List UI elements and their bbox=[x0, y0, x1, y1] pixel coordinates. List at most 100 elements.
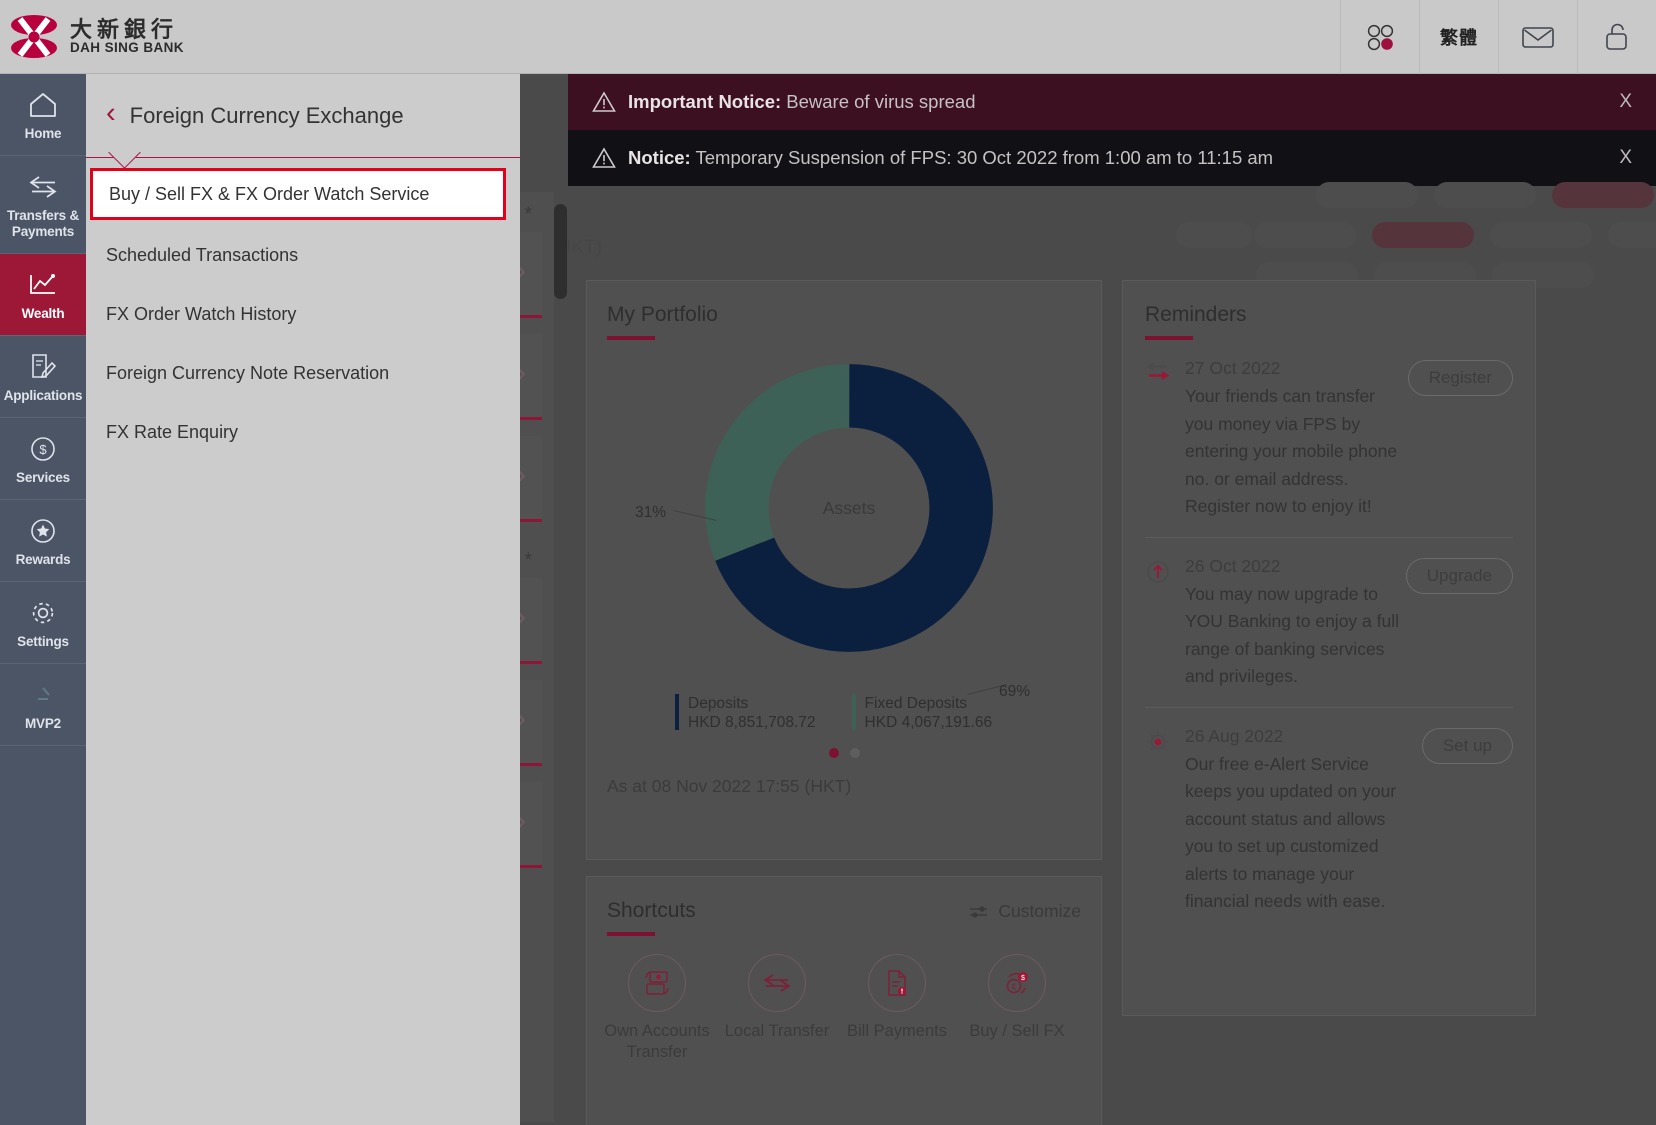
shortcuts-list: Own Accounts Transfer Local Transfer bbox=[587, 954, 1101, 1063]
mvp2-icon bbox=[2, 678, 84, 712]
mail-button[interactable] bbox=[1498, 0, 1577, 74]
reminder-setup-button[interactable]: Set up bbox=[1422, 728, 1513, 764]
lock-icon bbox=[1603, 21, 1631, 53]
apps-grid-button[interactable] bbox=[1340, 0, 1419, 74]
svg-text:€: € bbox=[1012, 983, 1017, 992]
shortcut-bill-payments[interactable]: Bill Payments bbox=[837, 954, 957, 1063]
warning-triangle-icon bbox=[592, 147, 616, 169]
carousel-pagination[interactable] bbox=[587, 748, 1101, 758]
legend-item-deposits: Deposits HKD 8,851,708.72 bbox=[675, 694, 816, 732]
shortcut-local-transfer[interactable]: Local Transfer bbox=[717, 954, 837, 1063]
chart-line-icon bbox=[2, 268, 84, 302]
sidebar-label: Home bbox=[2, 126, 84, 142]
shortcut-own-accounts-transfer[interactable]: Own Accounts Transfer bbox=[597, 954, 717, 1063]
reminder-item-fps: 27 Oct 2022 Your friends can transfer yo… bbox=[1145, 340, 1513, 538]
pagination-dot[interactable] bbox=[850, 748, 860, 758]
sidebar-item-home[interactable]: Home bbox=[0, 74, 86, 156]
home-icon bbox=[2, 88, 84, 122]
pagination-dot-active[interactable] bbox=[829, 748, 839, 758]
flyout-item-fx-rate-enquiry[interactable]: FX Rate Enquiry bbox=[86, 403, 520, 462]
document-pencil-icon bbox=[2, 350, 84, 384]
shortcut-label: Buy / Sell FX bbox=[957, 1021, 1077, 1042]
notice-text: Important Notice: Beware of virus spread bbox=[628, 91, 975, 113]
reminder-date: 26 Oct 2022 bbox=[1185, 556, 1400, 577]
legend-value: HKD 4,067,191.66 bbox=[865, 713, 993, 732]
portfolio-title: My Portfolio bbox=[607, 303, 1101, 327]
logo-text-zh: 大新銀行 bbox=[70, 18, 184, 41]
transfer-arrows-icon bbox=[2, 170, 84, 204]
shortcut-buy-sell-fx[interactable]: € $ Buy / Sell FX bbox=[957, 954, 1077, 1063]
legend-label: Deposits bbox=[688, 694, 816, 713]
sidebar-item-transfers-payments[interactable]: Transfers & Payments bbox=[0, 156, 86, 254]
shortcut-label: Local Transfer bbox=[717, 1021, 837, 1042]
reminder-body: 26 Aug 2022 Our free e-Alert Service kee… bbox=[1185, 726, 1416, 916]
customize-button[interactable]: Customize bbox=[969, 899, 1081, 922]
reminder-body: 27 Oct 2022 Your friends can transfer yo… bbox=[1185, 358, 1402, 521]
sidebar: Home Transfers & Payments bbox=[0, 74, 86, 1125]
flyout-title: Foreign Currency Exchange bbox=[130, 103, 404, 129]
sidebar-label: Wealth bbox=[2, 306, 84, 322]
shortcuts-header: Shortcuts Customize bbox=[607, 899, 1081, 936]
sidebar-item-mvp2[interactable]: MVP2 bbox=[0, 664, 86, 746]
flyout-header: ‹ Foreign Currency Exchange bbox=[86, 74, 520, 158]
chevron-left-icon[interactable]: ‹ bbox=[106, 99, 130, 132]
sidebar-item-rewards[interactable]: Rewards bbox=[0, 500, 86, 582]
donut-svg bbox=[701, 360, 997, 656]
bank-logo[interactable]: 大新銀行 DAH SING BANK bbox=[0, 14, 184, 60]
slice-percent-label: 31% bbox=[635, 504, 666, 522]
decorative-pattern bbox=[1176, 182, 1656, 288]
transfer-arrows-icon bbox=[1145, 358, 1185, 521]
star-circle-icon bbox=[2, 514, 84, 548]
notice-close-button[interactable]: X bbox=[1619, 147, 1632, 169]
sidebar-label: Settings bbox=[2, 634, 84, 650]
notice-message: Beware of virus spread bbox=[786, 91, 975, 112]
foreign-currency-exchange-flyout: ‹ Foreign Currency Exchange Buy / Sell F… bbox=[86, 74, 520, 1125]
portfolio-donut-chart: Assets 31% 69% bbox=[587, 354, 1103, 684]
reminders-card: Reminders 27 Oct 2022 Your friends can bbox=[1122, 280, 1536, 1016]
title-underline bbox=[607, 932, 655, 936]
notice-label: Important Notice: bbox=[628, 91, 781, 112]
sliders-icon bbox=[969, 904, 989, 920]
header-actions: 繁體 bbox=[1340, 0, 1656, 74]
notice-text: Notice: Temporary Suspension of FPS: 30 … bbox=[628, 147, 1273, 169]
reminder-item-upgrade: 26 Oct 2022 You may now upgrade to YOU B… bbox=[1145, 538, 1513, 708]
mail-icon bbox=[1521, 24, 1555, 50]
sidebar-item-applications[interactable]: Applications bbox=[0, 336, 86, 418]
flyout-notch bbox=[106, 152, 142, 168]
top-header: 大新銀行 DAH SING BANK 繁體 bbox=[0, 0, 1656, 74]
notice-bar-important: Important Notice: Beware of virus spread… bbox=[568, 74, 1656, 130]
cash-exchange-icon bbox=[628, 954, 686, 1012]
svg-text:$: $ bbox=[1021, 975, 1025, 982]
currency-exchange-icon: € $ bbox=[988, 954, 1046, 1012]
sidebar-item-services[interactable]: $ Services bbox=[0, 418, 86, 500]
svg-text:$: $ bbox=[39, 442, 47, 457]
flyout-item-scheduled-transactions[interactable]: Scheduled Transactions bbox=[86, 226, 520, 285]
sidebar-label: Applications bbox=[2, 388, 84, 404]
notice-close-button[interactable]: X bbox=[1619, 91, 1632, 113]
flyout-item-foreign-currency-note-reservation[interactable]: Foreign Currency Note Reservation bbox=[86, 344, 520, 403]
legend-swatch bbox=[675, 694, 679, 730]
sidebar-item-wealth[interactable]: Wealth bbox=[0, 254, 86, 336]
transfer-arrows-icon bbox=[748, 954, 806, 1012]
reminder-register-button[interactable]: Register bbox=[1408, 360, 1513, 396]
reminder-date: 26 Aug 2022 bbox=[1185, 726, 1416, 747]
reminder-body: 26 Oct 2022 You may now upgrade to YOU B… bbox=[1185, 556, 1400, 691]
sidebar-label: Transfers & Payments bbox=[2, 208, 84, 240]
logo-text-en: DAH SING BANK bbox=[70, 41, 184, 56]
language-toggle-button[interactable]: 繁體 bbox=[1419, 0, 1498, 74]
flyout-item-buy-sell-fx[interactable]: Buy / Sell FX & FX Order Watch Service bbox=[90, 168, 506, 220]
title-underline bbox=[607, 336, 655, 340]
reminder-upgrade-button[interactable]: Upgrade bbox=[1406, 558, 1513, 594]
legend-swatch bbox=[852, 694, 856, 730]
dollar-circle-icon: $ bbox=[2, 432, 84, 466]
gear-icon bbox=[2, 596, 84, 630]
page-scrollbar[interactable] bbox=[554, 204, 567, 299]
gear-alert-icon bbox=[1145, 726, 1185, 916]
sidebar-item-settings[interactable]: Settings bbox=[0, 582, 86, 664]
reminder-text: Your friends can transfer you money via … bbox=[1185, 383, 1402, 521]
flyout-item-fx-order-watch-history[interactable]: FX Order Watch History bbox=[86, 285, 520, 344]
portfolio-card: My Portfolio Assets 31% 69% bbox=[586, 280, 1102, 860]
logout-lock-button[interactable] bbox=[1577, 0, 1656, 74]
legend-label: Fixed Deposits bbox=[865, 694, 993, 713]
sidebar-label: Services bbox=[2, 470, 84, 486]
